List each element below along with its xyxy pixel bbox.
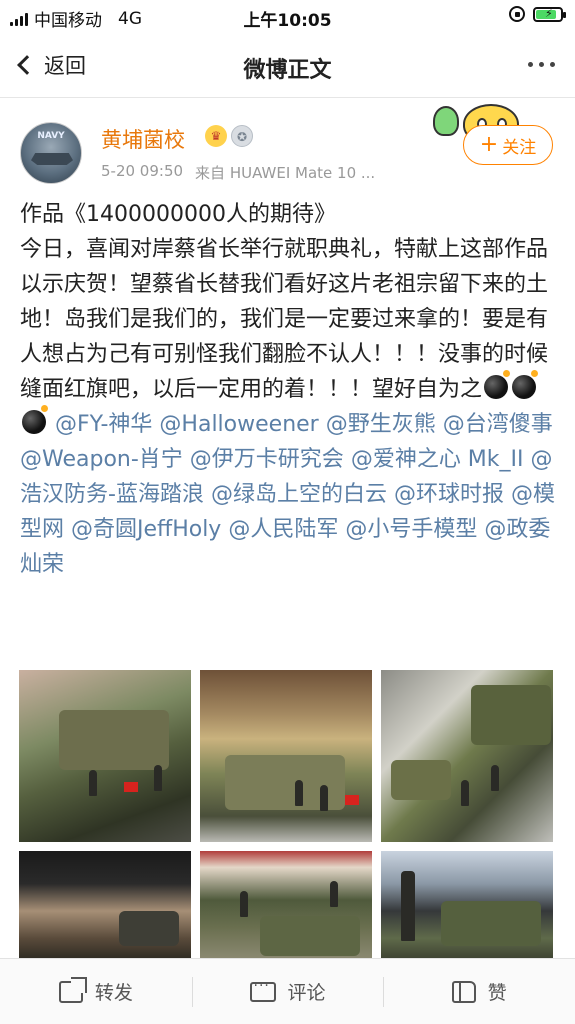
post-paragraph-text: 今日，喜闻对岸蔡省长举行就职典礼，特献上这部作品以示庆贺！望蔡省长替我们看好这片… [20,237,549,402]
mention-link[interactable]: @Weapon-肖宁 [20,447,183,472]
avatar[interactable]: NAVY [20,122,82,184]
post-meta: 5-20 09:50 来自 HUAWEI Mate 10 ... [101,162,375,183]
mention-link[interactable]: @伊万卡研究会 [190,447,344,472]
post-image[interactable] [381,851,553,960]
image-gallery [19,670,556,960]
plus-icon: + [479,132,499,157]
vip-crown-icon: ♛ [205,125,227,147]
page-title: 微博正文 [243,58,332,83]
rotation-lock-icon [509,6,525,22]
like-label: 赞 [487,982,507,1004]
battery-icon: ⚡ [533,6,566,22]
mention-link[interactable]: @奇圆JeffHoly [71,517,221,542]
follow-label: 关注 [502,137,537,158]
user-badges: ♛ ✪ [205,125,253,147]
nav-bar: 返回 微博正文 [0,36,575,98]
status-icons: ⚡ [509,6,566,22]
comment-icon [249,978,276,1002]
post-image[interactable] [381,670,553,842]
mention-link[interactable]: @台湾傻事 [443,412,553,437]
thumbs-up-icon [451,980,476,1003]
post-image[interactable] [19,670,191,842]
comment-button[interactable]: 评论 [191,959,384,1024]
action-bar: 转发 评论 赞 [0,958,575,1024]
post-image[interactable] [200,851,372,960]
more-options-button[interactable] [528,62,555,67]
post-time: 5-20 09:50 [101,162,184,180]
repost-label: 转发 [94,982,133,1004]
ship-icon [31,153,73,165]
like-button[interactable]: 赞 [383,959,575,1024]
mention-link[interactable]: @Halloweener [159,412,318,437]
bomb-emoji-icon [22,405,48,434]
medal-icon: ✪ [231,125,253,147]
comment-label: 评论 [287,982,326,1004]
avatar-label: NAVY [37,131,65,141]
mention-link[interactable]: @绿岛上空的白云 [211,482,387,507]
mention-link[interactable]: @FY-神华 [55,412,152,437]
mention-link[interactable]: @小号手模型 [345,517,477,542]
repost-button[interactable]: 转发 [0,959,192,1024]
follow-button[interactable]: + 关注 [463,125,553,165]
more-dots-icon [528,62,533,67]
post-title-line: 作品《1400000000人的期待》 [20,202,336,227]
clock: 上午10:05 [243,11,332,31]
author-name[interactable]: 黄埔菌校 [101,124,185,154]
share-icon [58,976,87,1003]
post-header: NAVY 黄埔菌校 ♛ ✪ 5-20 09:50 来自 HUAWEI Mate … [0,104,575,192]
post-image[interactable] [19,851,191,960]
mention-link[interactable]: @爱神之心 Mk_II [351,447,524,472]
bomb-emoji-icon [512,370,539,399]
status-bar: 中国移动 4G 上午10:05 ⚡ [0,0,575,36]
post-image[interactable] [200,670,372,842]
mention-link[interactable]: @野生灰熊 [326,412,436,437]
mention-link[interactable]: @环球时报 [394,482,504,507]
bomb-emoji-icon [484,370,511,399]
post-paragraph: 今日，喜闻对岸蔡省长举行就职典礼，特献上这部作品以示庆贺！望蔡省长替我们看好这片… [20,232,560,582]
post-source: 来自 HUAWEI Mate 10 ... [195,164,376,182]
post-text: 作品《1400000000人的期待》 今日，喜闻对岸蔡省长举行就职典礼，特献上这… [20,197,560,582]
mention-link[interactable]: @人民陆军 [228,517,338,542]
